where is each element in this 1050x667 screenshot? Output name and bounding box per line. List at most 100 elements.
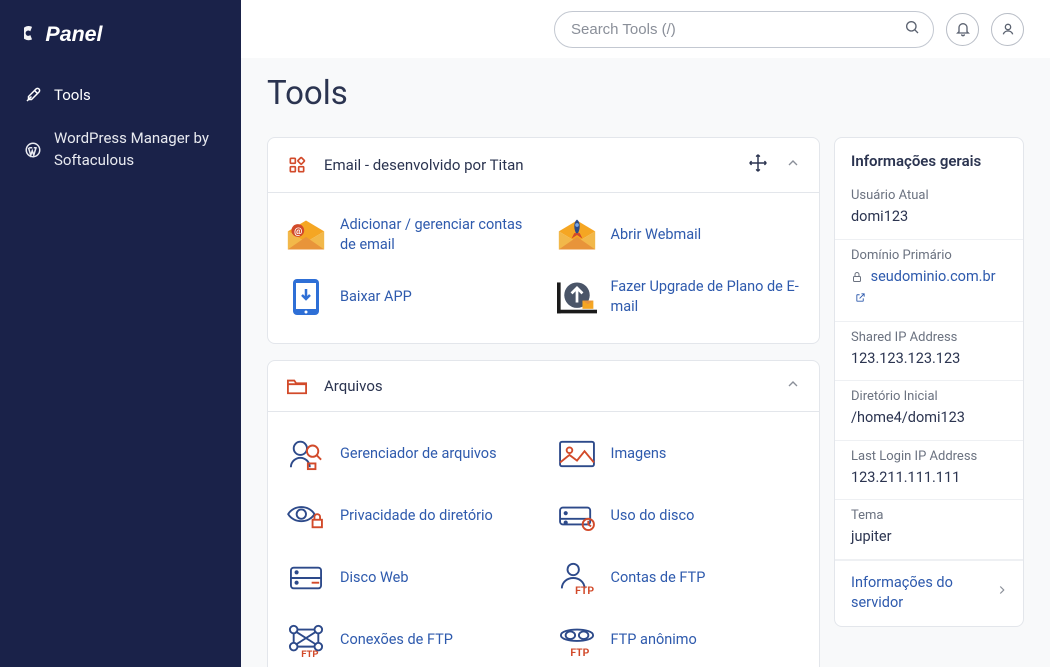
info-label: Shared IP Address <box>851 330 1007 345</box>
header <box>241 0 1050 58</box>
panel-header: Arquivos <box>268 361 819 412</box>
envelope-rocket-icon <box>557 215 597 255</box>
info-value: /home4/domi123 <box>851 408 1007 428</box>
envelope-at-icon: @ <box>286 215 326 255</box>
tool-label: Abrir Webmail <box>611 225 702 245</box>
sidebar-item-label: WordPress Manager by Softaculous <box>54 128 217 172</box>
tool-upgrade-email-plan[interactable]: Fazer Upgrade de Plano de E-mail <box>549 269 810 325</box>
svg-text:FTP: FTP <box>570 646 589 658</box>
phone-download-icon <box>286 277 326 317</box>
info-label: Domínio Primário <box>851 248 1007 263</box>
info-label: Usuário Atual <box>851 188 1007 203</box>
tool-label: FTP anônimo <box>611 630 697 650</box>
tool-label: Baixar APP <box>340 287 412 307</box>
info-value: 123.123.123.123 <box>851 349 1007 369</box>
panel-title: Email - desenvolvido por Titan <box>324 156 731 174</box>
tool-label: Privacidade do diretório <box>340 506 493 526</box>
search-icon <box>904 19 920 39</box>
info-card: Informações gerais Usuário Atual domi123… <box>834 137 1024 627</box>
domain-link[interactable]: seudominio.com.br <box>871 268 996 285</box>
tool-label: Disco Web <box>340 568 408 588</box>
info-label: Diretório Inicial <box>851 389 1007 404</box>
panel-header: Email - desenvolvido por Titan <box>268 138 819 193</box>
ftp-user-icon: FTP <box>557 558 597 598</box>
wordpress-icon <box>24 141 42 159</box>
tools-icon <box>24 86 42 104</box>
disk-usage-icon <box>557 496 597 536</box>
info-row-last-ip: Last Login IP Address 123.211.111.111 <box>835 441 1023 501</box>
tool-directory-privacy[interactable]: Privacidade do diretório <box>278 488 539 544</box>
info-row-theme: Tema jupiter <box>835 500 1023 560</box>
panel-email: Email - desenvolvido por Titan @ <box>267 137 820 344</box>
tool-label: Adicionar / gerenciar contas de email <box>340 215 531 254</box>
disk-stack-icon <box>286 558 326 598</box>
file-manager-icon <box>286 434 326 474</box>
info-label: Last Login IP Address <box>851 449 1007 464</box>
apps-grid-icon <box>286 154 308 176</box>
tool-disk-usage[interactable]: Uso do disco <box>549 488 810 544</box>
content: Tools Email - desenvolvido por Titan <box>241 58 1050 667</box>
server-info-link[interactable]: Informações do servidor <box>835 560 1023 626</box>
notifications-button[interactable] <box>946 13 979 46</box>
info-row-user: Usuário Atual domi123 <box>835 180 1023 240</box>
chevron-up-icon[interactable] <box>785 376 801 396</box>
upgrade-arrow-icon <box>557 277 597 317</box>
ftp-connections-icon: FTP <box>286 620 326 660</box>
bell-icon <box>955 21 971 37</box>
tool-ftp-connections[interactable]: FTP Conexões de FTP <box>278 612 539 667</box>
folder-icon <box>286 375 308 397</box>
server-info-label: Informações do servidor <box>851 573 995 612</box>
panel-files: Arquivos Gerenciador de arquivos <box>267 360 820 667</box>
tool-label: Gerenciador de arquivos <box>340 444 497 464</box>
tool-ftp-accounts[interactable]: FTP Contas de FTP <box>549 550 810 606</box>
tool-file-manager[interactable]: Gerenciador de arquivos <box>278 426 539 482</box>
ftp-anon-icon: FTP <box>557 620 597 660</box>
info-card-title: Informações gerais <box>835 138 1023 180</box>
logo: Panel <box>0 18 241 74</box>
tool-label: Fazer Upgrade de Plano de E-mail <box>611 277 802 316</box>
sidebar-item-label: Tools <box>54 86 91 104</box>
tool-label: Contas de FTP <box>611 568 706 588</box>
images-icon <box>557 434 597 474</box>
info-value: jupiter <box>851 527 1007 547</box>
external-link-icon <box>855 289 866 309</box>
user-menu-button[interactable] <box>991 13 1024 46</box>
tool-label: Uso do disco <box>611 506 695 526</box>
sidebar: Panel Tools WordPress Manager by Softacu… <box>0 0 241 667</box>
info-value: domi123 <box>851 207 1007 227</box>
tool-images[interactable]: Imagens <box>549 426 810 482</box>
tool-download-app[interactable]: Baixar APP <box>278 269 539 325</box>
move-icon[interactable] <box>747 152 769 178</box>
info-label: Tema <box>851 508 1007 523</box>
tool-label: Imagens <box>611 444 667 464</box>
svg-text:FTP: FTP <box>301 649 318 658</box>
tool-email-accounts[interactable]: @ Adicionar / gerenciar contas de email <box>278 207 539 263</box>
info-value: seudominio.com.br <box>851 267 1007 309</box>
info-row-home-dir: Diretório Inicial /home4/domi123 <box>835 381 1023 441</box>
info-row-domain: Domínio Primário seudominio.com.br <box>835 240 1023 322</box>
info-row-shared-ip: Shared IP Address 123.123.123.123 <box>835 322 1023 382</box>
columns: Email - desenvolvido por Titan @ <box>267 137 1024 667</box>
sidebar-item-wp-manager[interactable]: WordPress Manager by Softaculous <box>0 116 241 184</box>
user-icon <box>1000 21 1016 37</box>
tool-ftp-anonymous[interactable]: FTP FTP anônimo <box>549 612 810 667</box>
panel-title: Arquivos <box>324 377 769 395</box>
svg-text:FTP: FTP <box>575 584 594 596</box>
svg-text:Panel: Panel <box>45 22 103 46</box>
svg-text:@: @ <box>294 227 302 237</box>
sidebar-item-tools[interactable]: Tools <box>0 74 241 116</box>
info-value: 123.211.111.111 <box>851 468 1007 488</box>
panel-body: Gerenciador de arquivos Imagens <box>268 412 819 667</box>
page-title: Tools <box>267 74 1024 113</box>
main-area: Tools Email - desenvolvido por Titan <box>241 0 1050 667</box>
tool-open-webmail[interactable]: Abrir Webmail <box>549 207 810 263</box>
lock-icon <box>851 269 863 289</box>
info-column: Informações gerais Usuário Atual domi123… <box>834 137 1024 627</box>
search-input[interactable] <box>554 11 934 48</box>
tool-label: Conexões de FTP <box>340 630 453 650</box>
panel-body: @ Adicionar / gerenciar contas de email … <box>268 193 819 343</box>
chevron-up-icon[interactable] <box>785 155 801 175</box>
cpanel-logo-icon: Panel <box>24 18 140 48</box>
chevron-right-icon <box>995 583 1009 603</box>
tool-web-disk[interactable]: Disco Web <box>278 550 539 606</box>
